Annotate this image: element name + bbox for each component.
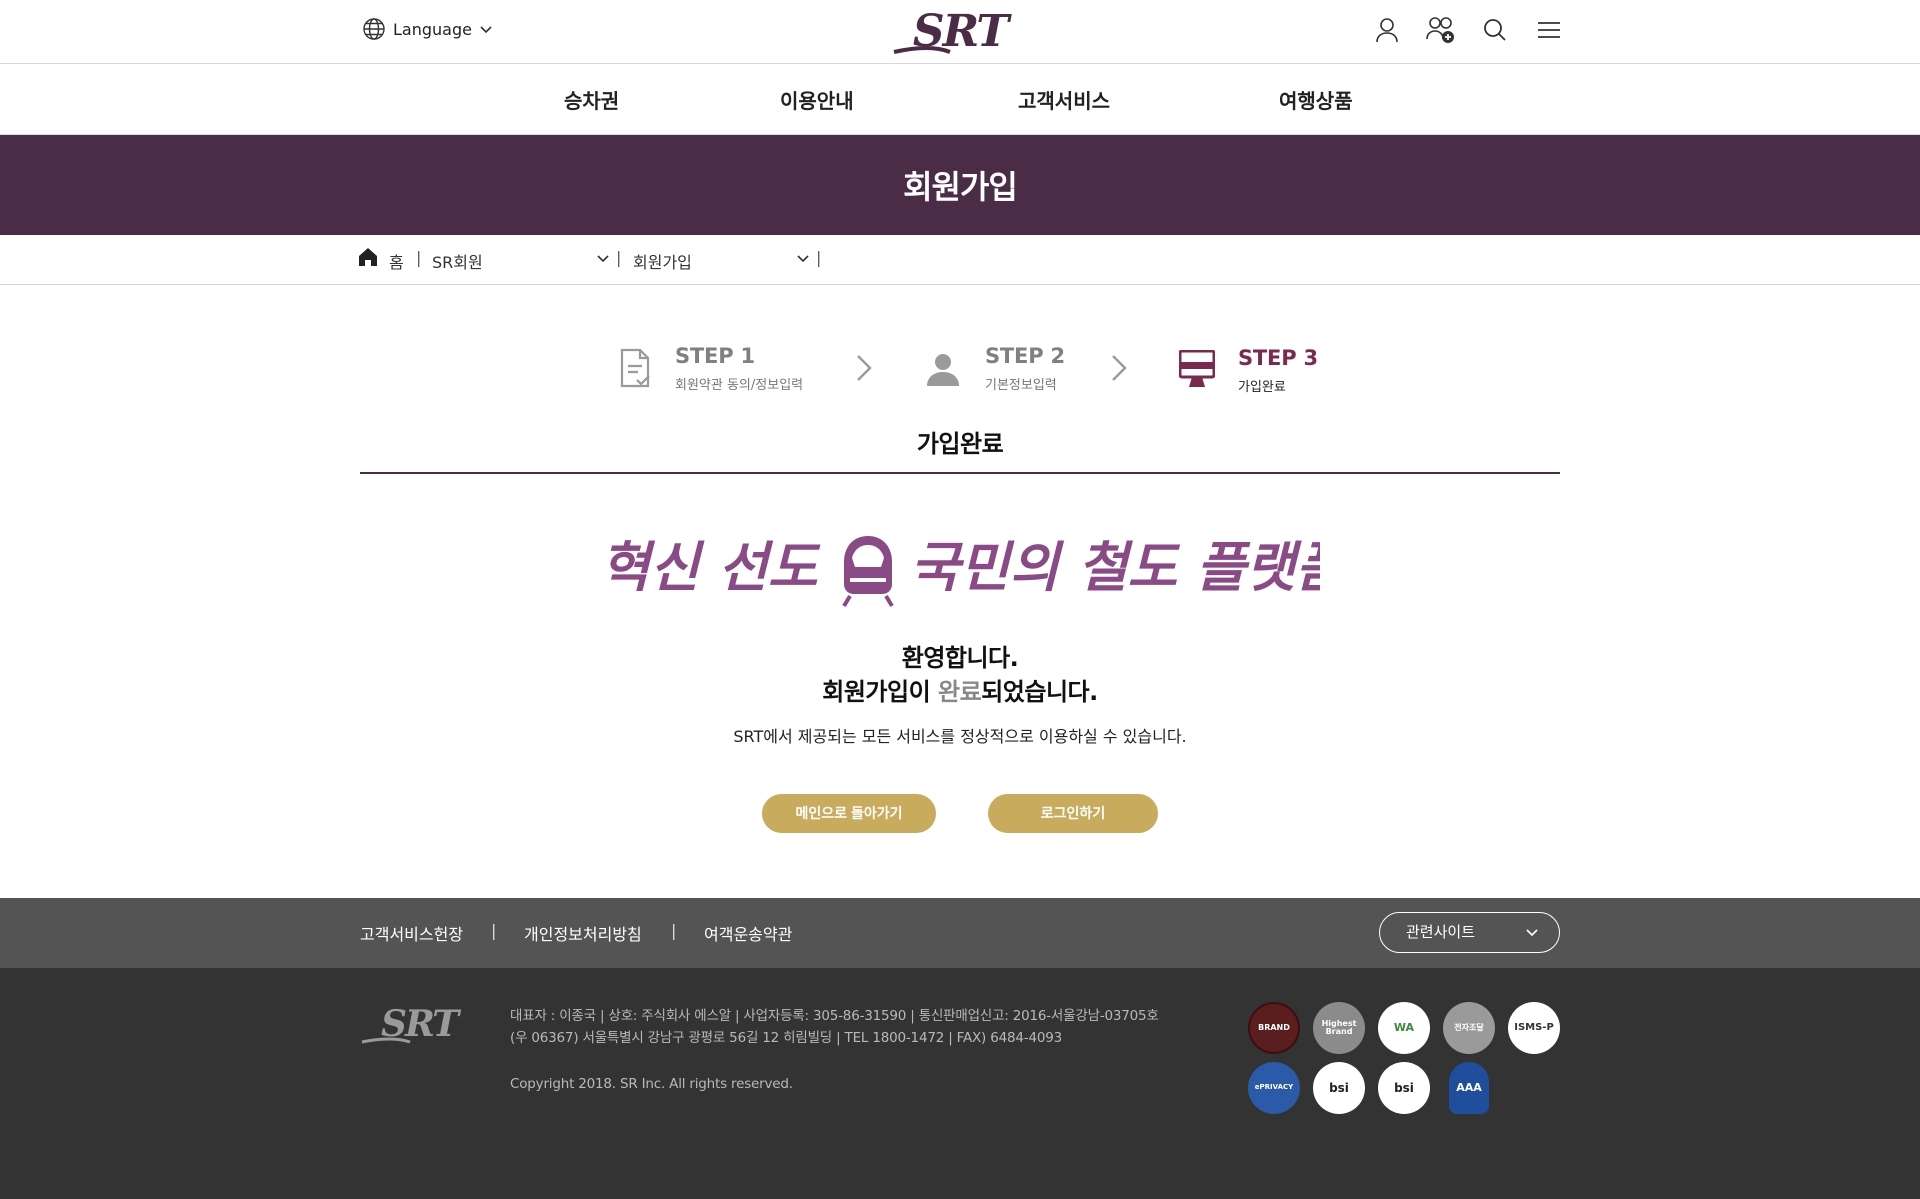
footer-link-customer-charter[interactable]: 고객서비스헌장 — [360, 921, 463, 945]
breadcrumb-divider: | — [616, 248, 622, 267]
brand-award-badge: BRAND — [1248, 1002, 1300, 1054]
e-gov-badge: 전자조달 — [1443, 1002, 1495, 1054]
menu-icon[interactable] — [1534, 14, 1564, 46]
breadcrumb-sr-member[interactable]: SR회원 — [432, 249, 483, 273]
related-sites-select[interactable]: 관련사이트 — [1379, 912, 1560, 953]
slogan-part1: 혁신 선도 — [600, 535, 821, 599]
bsi-badge-1: bsi — [1313, 1062, 1365, 1114]
page-title: 회원가입 — [903, 168, 1018, 206]
copyright: Copyright 2018. SR Inc. All rights reser… — [510, 1076, 793, 1092]
related-sites-label: 관련사이트 — [1406, 923, 1476, 941]
home-icon[interactable] — [358, 247, 378, 267]
gnb-item-guide[interactable]: 이용안내 — [780, 85, 854, 114]
breadcrumb-home[interactable]: 홈 — [389, 249, 404, 273]
user-icon[interactable] — [1372, 14, 1402, 46]
footer-link-transport-terms[interactable]: 여객운송약관 — [704, 921, 792, 945]
step-1-title: STEP 1 — [675, 344, 755, 368]
slogan-banner: 혁신 선도 국민의 철도 플랫폼 — [600, 535, 1320, 608]
srt-logo[interactable]: SRT — [890, 8, 1030, 54]
footer-divider: | — [671, 921, 677, 940]
page-title-band: 회원가입 — [0, 135, 1920, 235]
section-divider — [360, 472, 1560, 474]
highest-brand-badge: Highest Brand — [1313, 1002, 1365, 1054]
badge-label: ISMS-P — [1514, 1021, 1554, 1033]
badge-label: ePRIVACY — [1254, 1083, 1294, 1092]
badge-label: Highest Brand — [1321, 1018, 1357, 1036]
globe-icon — [363, 18, 385, 40]
train-icon — [842, 536, 894, 608]
message-accent: 완료 — [938, 678, 982, 706]
breadcrumb-divider: | — [416, 248, 422, 267]
document-check-icon — [620, 348, 650, 388]
gnb-item-travel-products[interactable]: 여행상품 — [1279, 85, 1353, 114]
footer-srt-logo: SRT — [361, 1004, 463, 1044]
badge-label: 전자조달 — [1454, 1022, 1484, 1032]
isms-p-badge: ISMS-P — [1508, 1002, 1560, 1054]
badge-label: bsi — [1394, 1080, 1414, 1095]
membership-card-icon — [1179, 350, 1215, 387]
bsi-badge-2: bsi — [1378, 1062, 1430, 1114]
chevron-down-icon[interactable] — [796, 254, 810, 264]
company-info-line2: (우 06367) 서울특별시 강남구 광평로 56길 12 히림빌딩 | TE… — [510, 1030, 1063, 1046]
breadcrumb-divider: | — [816, 248, 822, 267]
footer-divider: | — [491, 921, 497, 940]
breadcrumb-signup[interactable]: 회원가입 — [633, 249, 692, 273]
top-header: Language SRT — [0, 0, 1920, 64]
step-2-subtitle: 기본정보입력 — [985, 378, 1057, 393]
breadcrumb: 홈 | SR회원 | 회원가입 | — [0, 235, 1920, 285]
add-user-icon[interactable] — [1426, 14, 1456, 46]
main-navigation: 승차권 이용안내 고객서비스 여행상품 — [0, 65, 1920, 135]
language-label: Language — [393, 19, 472, 39]
chevron-right-icon — [857, 355, 872, 381]
badge-label: AAA — [1456, 1081, 1482, 1095]
signup-complete-message: 회원가입이 완료되었습니다. — [0, 672, 1920, 707]
login-button[interactable]: 로그인하기 — [988, 794, 1158, 833]
chevron-down-icon — [480, 26, 492, 34]
eprivacy-badge: ePRIVACY — [1248, 1062, 1300, 1114]
badge-label: BRAND — [1258, 1022, 1290, 1032]
service-description: SRT에서 제공되는 모든 서비스를 정상적으로 이용하실 수 있습니다. — [733, 727, 1187, 746]
company-info-line1: 대표자 : 이종국 | 상호: 주식회사 에스알 | 사업자등록: 305-86… — [510, 1008, 1159, 1024]
slogan-part2: 국민의 철도 플랫폼 — [910, 535, 1320, 599]
user-icon — [927, 354, 959, 386]
footer-links-bar: 고객서비스헌장 | 개인정보처리방침 | 여객운송약관 관련사이트 — [0, 898, 1920, 968]
section-title: 가입완료 — [916, 430, 1004, 458]
wa-mark-badge: WA — [1378, 1002, 1430, 1054]
chevron-down-icon[interactable] — [596, 254, 610, 264]
footer-link-privacy-policy[interactable]: 개인정보처리방침 — [524, 921, 642, 945]
gnb-item-customer-service[interactable]: 고객서비스 — [1018, 85, 1110, 114]
badge-label: WA — [1393, 1021, 1415, 1035]
footer-info: SRT 대표자 : 이종국 | 상호: 주식회사 에스알 | 사업자등록: 30… — [0, 968, 1920, 1199]
aaa-rating-badge: AAA — [1449, 1062, 1489, 1114]
step-3-title: STEP 3 — [1238, 346, 1318, 370]
step-1-subtitle: 회원약관 동의/정보입력 — [675, 378, 804, 393]
message-prefix: 회원가입이 — [822, 678, 939, 706]
message-suffix: 되었습니다. — [981, 678, 1098, 706]
welcome-heading: 환영합니다. — [901, 644, 1019, 672]
chevron-right-icon — [1112, 355, 1127, 381]
go-main-button[interactable]: 메인으로 돌아가기 — [762, 794, 936, 833]
language-selector[interactable]: Language — [362, 16, 493, 42]
step-3-subtitle: 가입완료 — [1238, 380, 1286, 395]
badge-label: bsi — [1329, 1080, 1349, 1095]
step-2-title: STEP 2 — [985, 344, 1065, 368]
chevron-down-icon — [1526, 929, 1538, 937]
gnb-item-ticket[interactable]: 승차권 — [564, 85, 619, 114]
search-icon[interactable] — [1480, 14, 1510, 46]
